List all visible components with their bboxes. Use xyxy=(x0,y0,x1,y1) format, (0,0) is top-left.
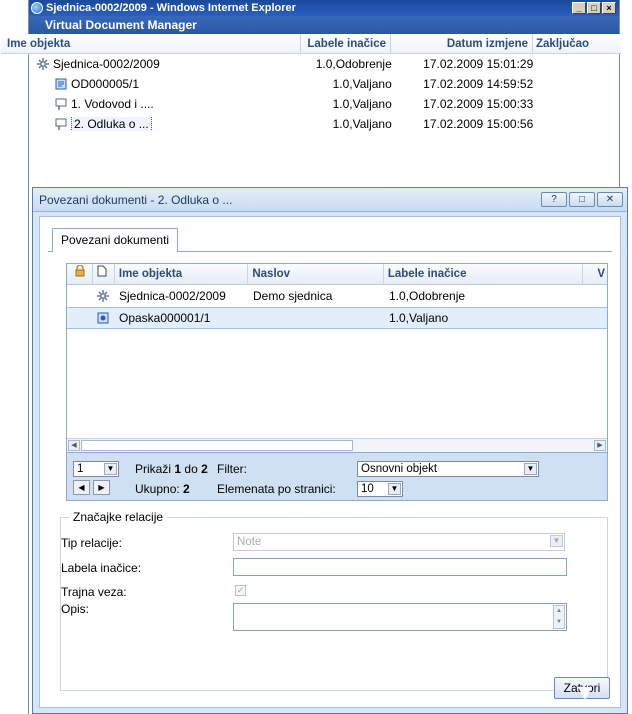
tree-item-date: 17.02.2009 15:01:29 xyxy=(423,57,534,71)
grid-cell-label: 1.0,Valjano xyxy=(389,311,449,325)
minimize-button[interactable]: _ xyxy=(572,2,586,14)
version-input[interactable] xyxy=(233,558,567,576)
per-page-value: 10 xyxy=(361,483,374,495)
mouse-cursor-icon xyxy=(578,687,592,700)
grid-pager: 1 ▼ ◀ ▶ Prikaži 1 do 2 Ukupno: 2 Filter:… xyxy=(66,453,608,501)
dialog-controls: ? □ ✕ xyxy=(541,192,627,207)
filter-select-value: Osnovni objekt xyxy=(361,463,438,475)
meeting-icon xyxy=(37,58,49,70)
help-button[interactable]: ? xyxy=(541,192,567,207)
tree-row[interactable]: Sjednica-0002/2009 1.0,Odobrenje 17.02.2… xyxy=(29,54,619,74)
tab-related-documents[interactable]: Povezani dokumenti xyxy=(52,228,179,252)
tree-item-name: 2. Odluka o ... xyxy=(71,117,152,131)
dialog-titlebar: Povezani dokumenti - 2. Odluka o ... ? □… xyxy=(33,188,627,212)
tree-item-date: 17.02.2009 15:00:33 xyxy=(423,97,534,111)
grid-row-selected[interactable]: Opaska000001/1 1.0,Valjano xyxy=(67,307,607,329)
close-window-button[interactable]: × xyxy=(602,2,616,14)
version-label: Labela inačice: xyxy=(61,561,142,575)
scroll-left-button[interactable]: ◀ xyxy=(68,440,80,451)
tree-item-label: 1.0,Odobrenje xyxy=(315,57,392,71)
relation-type-label: Tip relacije: xyxy=(61,536,122,550)
grid-cell-name: Opaska000001/1 xyxy=(119,311,211,325)
description-label: Opis: xyxy=(61,602,90,616)
grid-col-name[interactable]: Ime objekta xyxy=(115,264,249,284)
chevron-down-icon: ▼ xyxy=(524,463,537,475)
tree-header: Ime objekta Labele inačice Datum izmjene… xyxy=(1,33,621,54)
grid-cell-label: 1.0,Odobrenje xyxy=(389,289,466,303)
prev-page-button[interactable]: ◀ xyxy=(73,480,90,495)
dialog-maximize-button[interactable]: □ xyxy=(569,192,595,207)
scroll-right-button[interactable]: ▶ xyxy=(594,440,606,451)
meeting-icon xyxy=(97,290,109,302)
col-date-header[interactable]: Datum izmjene xyxy=(391,33,533,54)
tree-item-name: 1. Vodovod i .... xyxy=(71,97,154,111)
type-column-header[interactable] xyxy=(93,264,115,284)
agenda-item-icon xyxy=(55,98,67,110)
ie-title-text: Sjednica-0002/2009 - Windows Internet Ex… xyxy=(46,2,296,14)
horizontal-scrollbar[interactable]: ◀ ▶ xyxy=(67,438,607,452)
permanent-label: Trajna veza: xyxy=(61,585,127,599)
per-page-select[interactable]: 10 ▼ xyxy=(357,481,403,497)
tree-item-date: 17.02.2009 15:00:56 xyxy=(423,117,534,131)
page-icon xyxy=(97,265,107,280)
relation-properties: Značajke relacije Tip relacije: Note ▼ L… xyxy=(60,510,608,691)
tree-row-selected[interactable]: 2. Odluka o ... 1.0,Valjano 17.02.2009 1… xyxy=(29,114,619,134)
ie-logo-icon xyxy=(31,2,43,14)
document-icon xyxy=(55,78,67,90)
col-name-header[interactable]: Ime objekta xyxy=(7,33,301,54)
maximize-button[interactable]: □ xyxy=(587,2,601,14)
tree-item-label: 1.0,Valjano xyxy=(332,97,392,111)
tree-item-date: 17.02.2009 14:59:52 xyxy=(423,77,534,91)
related-docs-grid: Ime objekta Naslov Labele inačice V Sjed… xyxy=(66,263,608,453)
tree-item-name: Sjednica-0002/2009 xyxy=(53,57,160,71)
lock-column-header[interactable] xyxy=(67,264,93,284)
permanent-checkbox: ✓ xyxy=(235,585,246,596)
chevron-down-icon: ▼ xyxy=(550,535,563,547)
scroll-thumb[interactable] xyxy=(81,440,353,451)
next-page-button[interactable]: ▶ xyxy=(93,480,110,495)
tree-item-name: OD000005/1 xyxy=(71,77,140,91)
showing-text: Prikaži 1 do 2 xyxy=(135,462,208,476)
grid-col-title[interactable]: Naslov xyxy=(248,264,384,284)
grid-col-v[interactable]: V xyxy=(583,264,607,284)
tree-row[interactable]: OD000005/1 1.0,Valjano 17.02.2009 14:59:… xyxy=(29,74,619,94)
app-title: Virtual Document Manager xyxy=(29,16,619,34)
tree-item-label: 1.0,Valjano xyxy=(332,77,392,91)
grid-row[interactable]: Sjednica-0002/2009 Demo sjednica 1.0,Odo… xyxy=(67,285,607,307)
dialog-body: Povezani dokumenti Ime objekta Naslov La… xyxy=(39,216,621,708)
grid-cell-name: Sjednica-0002/2009 xyxy=(119,289,226,303)
page-select[interactable]: 1 ▼ xyxy=(73,461,119,477)
description-textarea[interactable] xyxy=(233,603,567,631)
note-document-icon xyxy=(97,312,109,324)
grid-header: Ime objekta Naslov Labele inačice V xyxy=(67,264,607,285)
chevron-down-icon: ▼ xyxy=(388,483,401,495)
per-page-label: Elemenata po stranici: xyxy=(217,482,336,496)
grid-cell-title: Demo sjednica xyxy=(253,289,333,303)
relation-type-value: Note xyxy=(237,536,262,548)
tree-row[interactable]: 1. Vodovod i .... 1.0,Valjano 17.02.2009… xyxy=(29,94,619,114)
filter-select[interactable]: Osnovni objekt ▼ xyxy=(357,461,539,477)
tree-item-label: 1.0,Valjano xyxy=(332,117,392,131)
total-text: Ukupno: 2 xyxy=(135,482,190,496)
page-select-value: 1 xyxy=(77,463,84,475)
agenda-item-icon xyxy=(55,118,67,130)
col-locked-header[interactable]: Zaključao xyxy=(533,34,615,54)
filter-label: Filter: xyxy=(217,462,247,476)
grid-col-label[interactable]: Labele inačice xyxy=(384,264,584,284)
col-label-header[interactable]: Labele inačice xyxy=(301,33,391,54)
relation-legend: Značajke relacije xyxy=(69,510,168,524)
chevron-down-icon: ▼ xyxy=(104,463,117,475)
ie-window-controls: _ □ × xyxy=(572,2,619,14)
dialog-close-button[interactable]: ✕ xyxy=(597,192,623,207)
lock-icon xyxy=(75,264,85,280)
dialog-title: Povezani dokumenti - 2. Odluka o ... xyxy=(39,192,233,207)
ie-titlebar: Sjednica-0002/2009 - Windows Internet Ex… xyxy=(29,0,619,16)
description-scrollbar[interactable]: ▲ ▼ xyxy=(553,605,565,629)
related-documents-dialog: Povezani dokumenti - 2. Odluka o ... ? □… xyxy=(32,187,628,714)
relation-type-select: Note ▼ xyxy=(233,533,565,551)
